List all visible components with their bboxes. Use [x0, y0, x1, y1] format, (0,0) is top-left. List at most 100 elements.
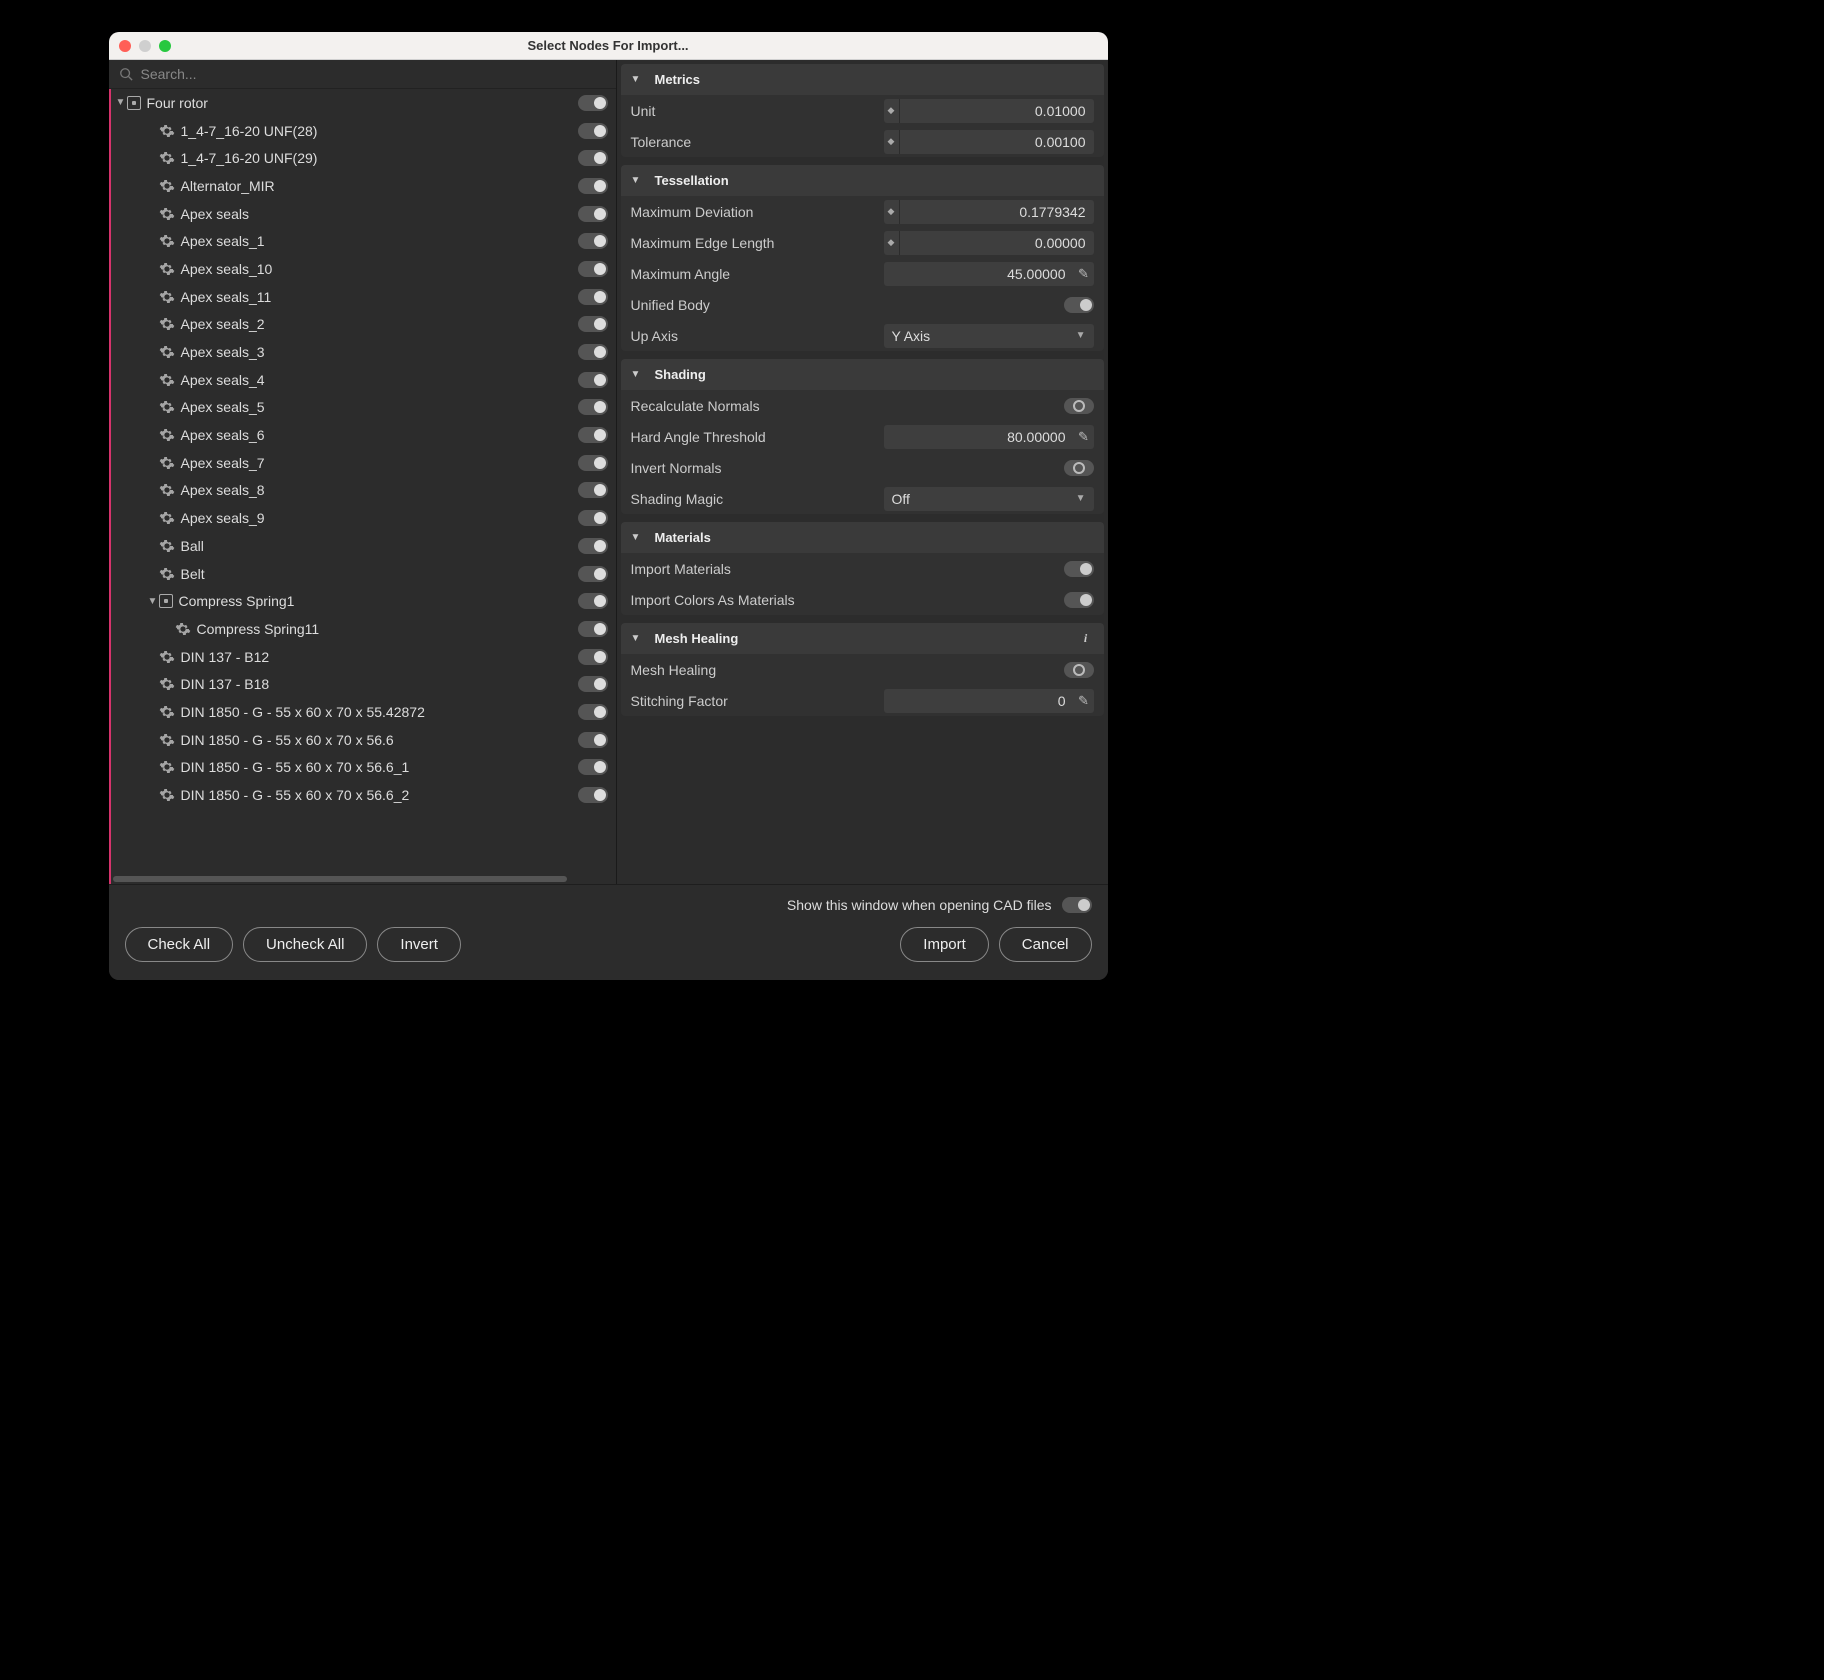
- show-window-toggle[interactable]: [1062, 897, 1092, 913]
- up-axis-select[interactable]: Y Axis ▼: [884, 324, 1094, 348]
- node-toggle[interactable]: [578, 261, 608, 277]
- tree-row[interactable]: Compress Spring11: [111, 615, 616, 643]
- node-toggle[interactable]: [578, 123, 608, 139]
- import-materials-toggle[interactable]: [1064, 561, 1094, 577]
- gear-icon: [159, 289, 175, 305]
- section-header[interactable]: ▼ Metrics: [621, 64, 1104, 95]
- node-toggle[interactable]: [578, 649, 608, 665]
- node-toggle[interactable]: [578, 759, 608, 775]
- tree-row[interactable]: DIN 1850 - G - 55 x 60 x 70 x 56.6_1: [111, 754, 616, 782]
- pencil-icon[interactable]: ✎: [1074, 693, 1094, 709]
- mesh-healing-toggle[interactable]: [1064, 662, 1094, 678]
- unified-body-toggle[interactable]: [1064, 297, 1094, 313]
- node-toggle[interactable]: [578, 566, 608, 582]
- node-toggle[interactable]: [578, 787, 608, 803]
- invert-button[interactable]: Invert: [377, 927, 461, 962]
- close-window-button[interactable]: [119, 40, 131, 52]
- tree-group-row[interactable]: ▼ Four rotor: [111, 89, 616, 117]
- node-toggle[interactable]: [578, 150, 608, 166]
- group-checkbox[interactable]: [127, 96, 141, 110]
- node-toggle[interactable]: [578, 676, 608, 692]
- chevron-down-icon[interactable]: ▼: [147, 596, 159, 607]
- tree-row[interactable]: Apex seals_9: [111, 504, 616, 532]
- tree-row[interactable]: DIN 1850 - G - 55 x 60 x 70 x 56.6: [111, 726, 616, 754]
- node-toggle[interactable]: [578, 372, 608, 388]
- stepper-icon[interactable]: ◆: [884, 200, 900, 224]
- node-toggle[interactable]: [578, 510, 608, 526]
- max-deviation-field[interactable]: ◆ 0.1779342: [884, 200, 1094, 224]
- info-icon[interactable]: i: [1078, 631, 1094, 647]
- node-toggle[interactable]: [578, 732, 608, 748]
- gear-icon: [175, 621, 191, 637]
- node-toggle[interactable]: [578, 455, 608, 471]
- pencil-icon[interactable]: ✎: [1074, 266, 1094, 282]
- node-toggle[interactable]: [578, 95, 608, 111]
- tree-group-row[interactable]: ▼Compress Spring1: [111, 587, 616, 615]
- tree-row[interactable]: DIN 1850 - G - 55 x 60 x 70 x 55.42872: [111, 698, 616, 726]
- section-header[interactable]: ▼ Tessellation: [621, 165, 1104, 196]
- node-toggle[interactable]: [578, 289, 608, 305]
- tree-row[interactable]: Apex seals_10: [111, 255, 616, 283]
- section-header[interactable]: ▼ Materials: [621, 522, 1104, 553]
- uncheck-all-button[interactable]: Uncheck All: [243, 927, 367, 962]
- horizontal-scrollbar[interactable]: [113, 876, 568, 882]
- tree-row[interactable]: Apex seals: [111, 200, 616, 228]
- search-input[interactable]: [141, 66, 606, 82]
- node-toggle[interactable]: [578, 593, 608, 609]
- node-toggle[interactable]: [578, 344, 608, 360]
- tolerance-field[interactable]: ◆ 0.00100: [884, 130, 1094, 154]
- node-toggle[interactable]: [578, 233, 608, 249]
- node-toggle[interactable]: [578, 399, 608, 415]
- node-toggle[interactable]: [578, 482, 608, 498]
- node-toggle[interactable]: [578, 178, 608, 194]
- node-toggle[interactable]: [578, 206, 608, 222]
- tree-row[interactable]: DIN 1850 - G - 55 x 60 x 70 x 56.6_2: [111, 781, 616, 809]
- pencil-icon[interactable]: ✎: [1074, 429, 1094, 445]
- tree-row[interactable]: Apex seals_2: [111, 311, 616, 339]
- import-colors-toggle[interactable]: [1064, 592, 1094, 608]
- hard-angle-field[interactable]: 80.00000 ✎: [884, 425, 1094, 449]
- node-toggle[interactable]: [578, 538, 608, 554]
- tree-row[interactable]: Apex seals_8: [111, 477, 616, 505]
- section-header[interactable]: ▼ Shading: [621, 359, 1104, 390]
- group-checkbox[interactable]: [159, 594, 173, 608]
- node-label: 1_4-7_16-20 UNF(29): [181, 150, 318, 166]
- tree-row[interactable]: Apex seals_3: [111, 338, 616, 366]
- unit-field[interactable]: ◆ 0.01000: [884, 99, 1094, 123]
- show-window-label: Show this window when opening CAD files: [787, 897, 1052, 913]
- recalc-normals-toggle[interactable]: [1064, 398, 1094, 414]
- node-toggle[interactable]: [578, 704, 608, 720]
- check-all-button[interactable]: Check All: [125, 927, 234, 962]
- max-angle-field[interactable]: 45.00000 ✎: [884, 262, 1094, 286]
- tree-row[interactable]: DIN 137 - B12: [111, 643, 616, 671]
- tree-row[interactable]: Alternator_MIR: [111, 172, 616, 200]
- stepper-icon[interactable]: ◆: [884, 231, 900, 255]
- tree-row[interactable]: Apex seals_6: [111, 421, 616, 449]
- node-label: Four rotor: [147, 95, 208, 111]
- invert-normals-toggle[interactable]: [1064, 460, 1094, 476]
- tree-row[interactable]: Apex seals_5: [111, 394, 616, 422]
- tree-row[interactable]: Apex seals_11: [111, 283, 616, 311]
- stitching-factor-field[interactable]: 0 ✎: [884, 689, 1094, 713]
- node-toggle[interactable]: [578, 427, 608, 443]
- shading-magic-select[interactable]: Off ▼: [884, 487, 1094, 511]
- tree-row[interactable]: 1_4-7_16-20 UNF(28): [111, 117, 616, 145]
- cancel-button[interactable]: Cancel: [999, 927, 1092, 962]
- max-edge-field[interactable]: ◆ 0.00000: [884, 231, 1094, 255]
- zoom-window-button[interactable]: [159, 40, 171, 52]
- tree-row[interactable]: 1_4-7_16-20 UNF(29): [111, 144, 616, 172]
- tree-row[interactable]: DIN 137 - B18: [111, 670, 616, 698]
- section-header[interactable]: ▼ Mesh Healing i: [621, 623, 1104, 654]
- tree-row[interactable]: Apex seals_7: [111, 449, 616, 477]
- import-button[interactable]: Import: [900, 927, 989, 962]
- stepper-icon[interactable]: ◆: [884, 99, 900, 123]
- node-toggle[interactable]: [578, 316, 608, 332]
- tree-row[interactable]: Apex seals_4: [111, 366, 616, 394]
- tree-row[interactable]: Belt: [111, 560, 616, 588]
- node-toggle[interactable]: [578, 621, 608, 637]
- stepper-icon[interactable]: ◆: [884, 130, 900, 154]
- tree-row[interactable]: Apex seals_1: [111, 227, 616, 255]
- chevron-down-icon[interactable]: ▼: [115, 97, 127, 108]
- tree-row[interactable]: Ball: [111, 532, 616, 560]
- node-tree[interactable]: ▼ Four rotor 1_4-7_16-20 UNF(28) 1_4-7_16…: [109, 89, 616, 884]
